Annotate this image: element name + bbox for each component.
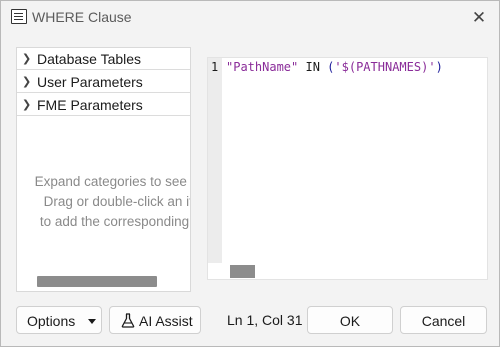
- options-button[interactable]: Options: [16, 306, 102, 334]
- hint-line: to add the corresponding te: [39, 214, 191, 229]
- category-label: FME Parameters: [37, 97, 143, 113]
- ai-assist-label: AI Assist: [139, 313, 193, 329]
- dialog-list-icon: [11, 9, 27, 24]
- category-hint-text: Expand categories to see iter Drag or do…: [17, 172, 191, 232]
- chevron-right-icon: ❯: [22, 53, 32, 65]
- category-panel: ❯ Database Tables ❯ User Parameters ❯ FM…: [16, 47, 191, 292]
- code-parameter-token: '$(PATHNAMES)': [334, 60, 436, 74]
- cursor-position-status: Ln 1, Col 31: [227, 312, 303, 328]
- flask-icon: [121, 313, 135, 328]
- hint-line: Drag or double-click an ite: [43, 194, 191, 209]
- where-clause-dialog: WHERE Clause ✕ ❯ Database Tables ❯ User …: [0, 0, 500, 347]
- close-button[interactable]: ✕: [467, 6, 491, 30]
- ai-assist-button[interactable]: AI Assist: [109, 306, 201, 334]
- line-number: 1: [211, 60, 219, 74]
- window-title: WHERE Clause: [32, 9, 132, 25]
- editor-horizontal-scrollbar[interactable]: [230, 265, 255, 278]
- line-number-gutter: 1: [208, 58, 222, 263]
- cancel-button[interactable]: Cancel: [400, 306, 487, 334]
- code-paren-token: ): [435, 60, 443, 74]
- sql-editor[interactable]: 1 "PathName" IN ('$(PATHNAMES)'): [207, 57, 488, 280]
- category-horizontal-scrollbar[interactable]: [37, 276, 157, 287]
- code-line[interactable]: "PathName" IN ('$(PATHNAMES)'): [226, 60, 443, 74]
- category-database-tables[interactable]: ❯ Database Tables: [17, 48, 190, 70]
- chevron-right-icon: ❯: [22, 99, 32, 111]
- category-label: User Parameters: [37, 74, 143, 90]
- close-icon: ✕: [471, 8, 487, 27]
- category-label: Database Tables: [37, 51, 142, 67]
- cancel-label: Cancel: [421, 313, 466, 329]
- chevron-right-icon: ❯: [22, 76, 32, 88]
- caret-down-icon: [88, 319, 96, 324]
- code-field-token: "PathName": [226, 60, 299, 74]
- code-keyword-token: IN: [305, 60, 320, 74]
- options-label: Options: [27, 313, 76, 329]
- ok-button[interactable]: OK: [307, 306, 393, 334]
- category-user-parameters[interactable]: ❯ User Parameters: [17, 71, 190, 93]
- hint-line: Expand categories to see iter: [34, 174, 190, 189]
- category-fme-parameters[interactable]: ❯ FME Parameters: [17, 94, 190, 116]
- title-bar: WHERE Clause ✕: [1, 1, 499, 35]
- ok-label: OK: [339, 313, 361, 329]
